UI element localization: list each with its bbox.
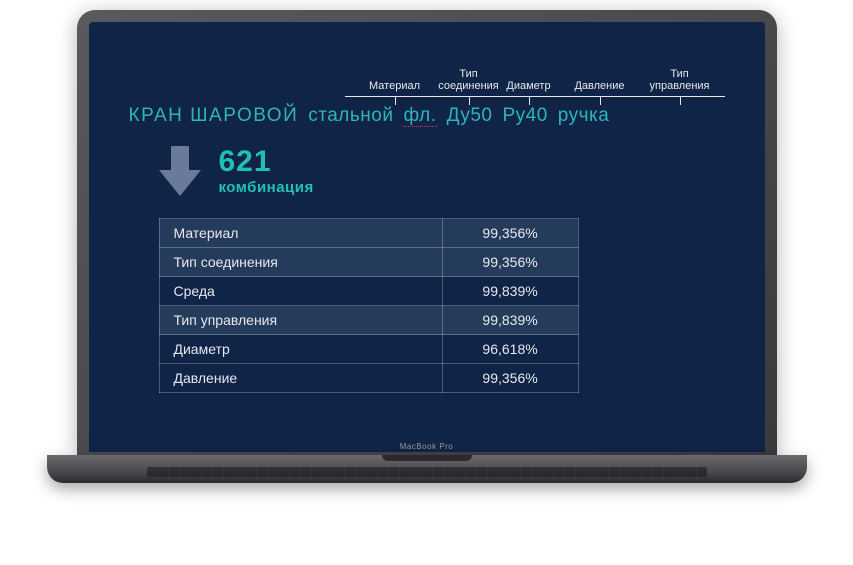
keyboard-hint [147,467,707,477]
table-row: Среда99,839% [159,277,578,306]
stat-label: Диаметр [159,335,442,364]
spec-material: стальной [308,105,393,127]
combo-text: 621 комбинация [219,145,314,196]
annotation-row: Материал Тип соединения Диаметр Давление… [329,52,725,96]
stats-table: Материал99,356%Тип соединения99,356%Сред… [159,218,579,393]
anno-connection: Тип соединения [438,68,499,92]
anno-control: Тип управления [650,68,710,92]
table-row: Тип соединения99,356% [159,248,578,277]
stat-value: 99,839% [442,306,578,335]
laptop-mockup: Материал Тип соединения Диаметр Давление… [47,10,807,483]
anno-pressure: Давление [574,80,624,92]
arrow-down-icon [159,146,201,196]
product-title: КРАН ШАРОВОЙ [129,105,299,127]
table-row: Тип управления99,839% [159,306,578,335]
table-row: Диаметр96,618% [159,335,578,364]
spec-diameter: Ду50 [447,105,493,127]
stat-value: 99,839% [442,277,578,306]
stat-label: Материал [159,219,442,248]
anno-diameter: Диаметр [506,80,550,92]
spec-connection: фл. [403,105,436,127]
stat-value: 96,618% [442,335,578,364]
stat-label: Давление [159,364,442,393]
combo-row: 621 комбинация [159,145,725,196]
stat-value: 99,356% [442,248,578,277]
stat-value: 99,356% [442,364,578,393]
screen-content: Материал Тип соединения Диаметр Давление… [89,22,765,452]
table-row: Давление99,356% [159,364,578,393]
table-row: Материал99,356% [159,219,578,248]
laptop-bezel: Материал Тип соединения Диаметр Давление… [77,10,777,455]
spec-pressure: Ру40 [502,105,547,127]
stat-label: Тип управления [159,306,442,335]
stat-label: Тип соединения [159,248,442,277]
title-row: КРАН ШАРОВОЙ стальной фл. Ду50 Ру40 ручк… [129,105,725,127]
laptop-notch [382,455,472,461]
combo-word: комбинация [219,179,314,196]
annotation-lines [329,96,725,97]
laptop-base [47,455,807,483]
stat-label: Среда [159,277,442,306]
anno-material: Материал [369,80,420,92]
spec-control: ручка [558,105,610,127]
combo-number: 621 [219,145,314,179]
stat-value: 99,356% [442,219,578,248]
